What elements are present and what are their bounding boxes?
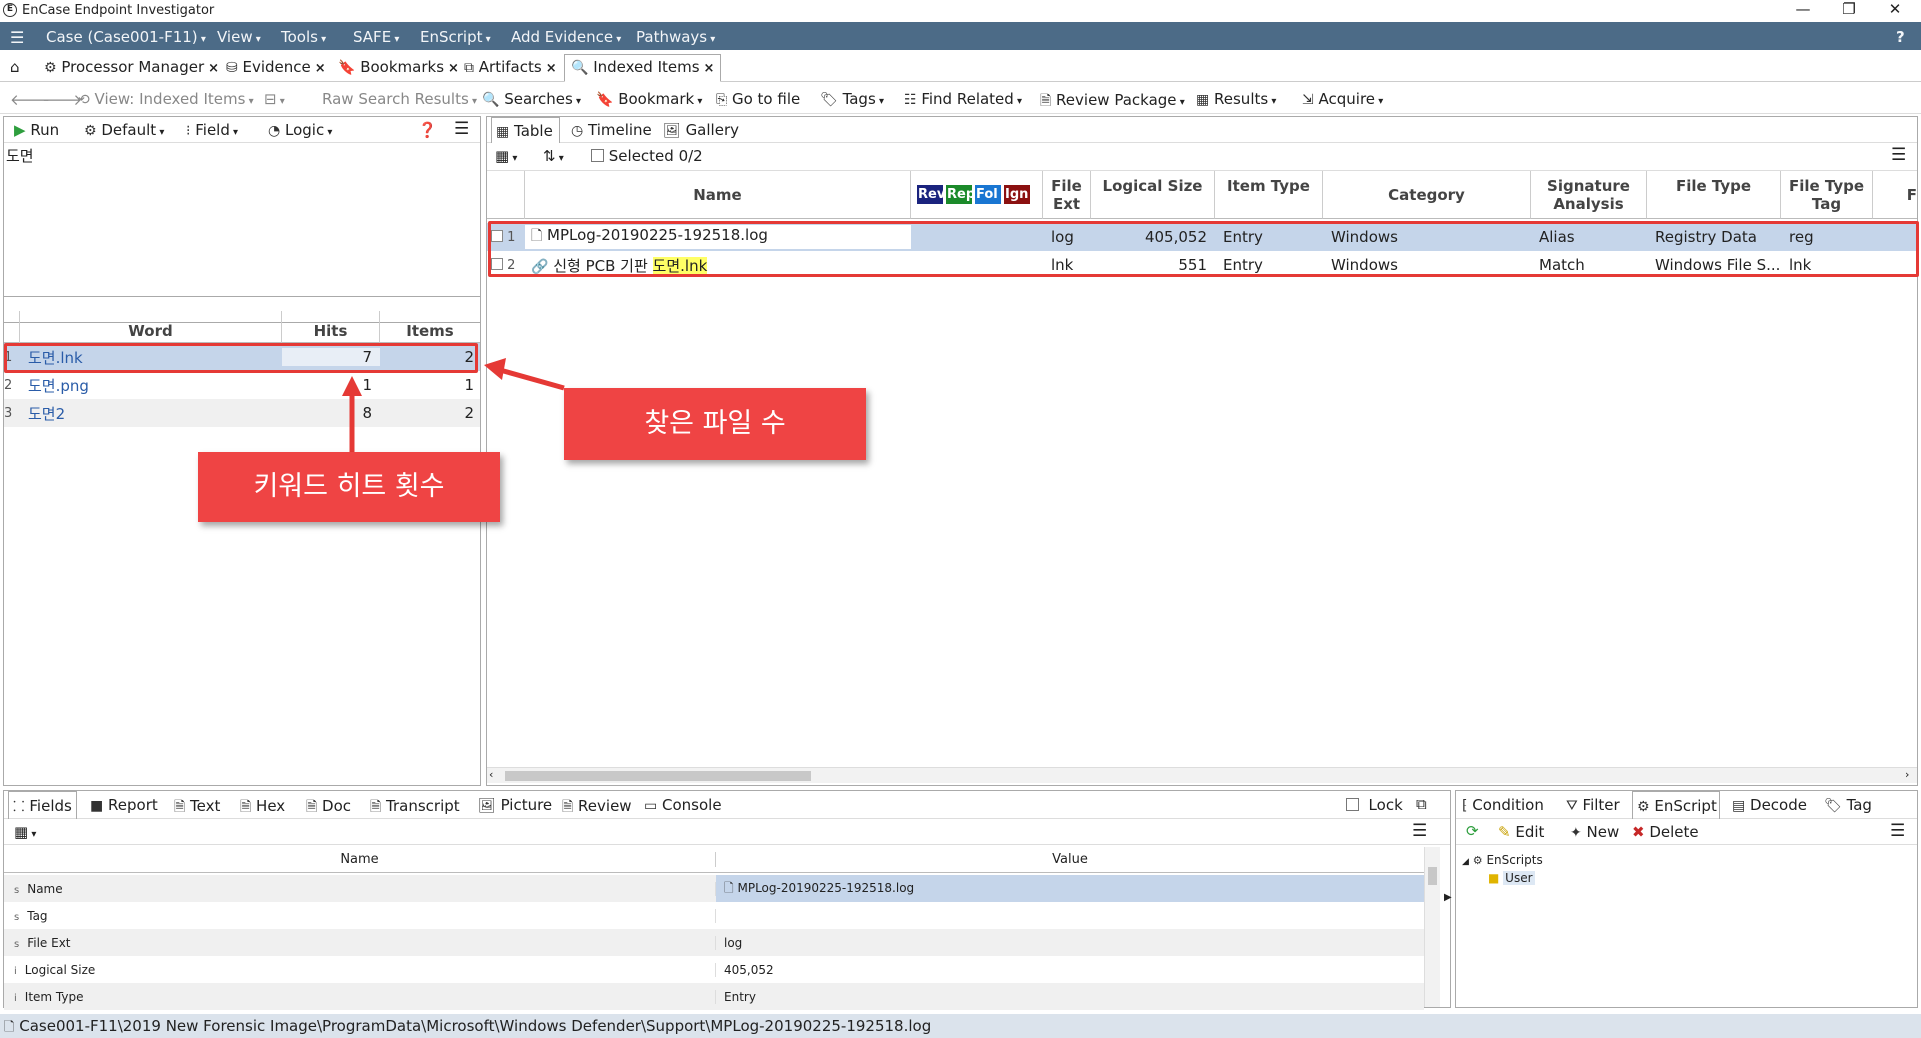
tab-transcript[interactable]: 🗎 Transcript: [370, 796, 460, 820]
condition-icon: ⁅: [1462, 798, 1468, 814]
table-row[interactable]: i Item Type Entry: [4, 983, 1424, 1010]
tab-label: Fields: [29, 797, 72, 815]
table-row[interactable]: s File Ext log: [4, 929, 1424, 956]
tab-label: Doc: [322, 797, 352, 815]
lock-toggle[interactable]: Lock: [1346, 796, 1403, 814]
scrollbar-thumb[interactable]: [1428, 867, 1437, 885]
tab-label: Review: [578, 797, 632, 815]
filter-icon: ⛛: [1566, 798, 1578, 814]
enscript-icon: ⚙: [1637, 799, 1650, 815]
tab-hex[interactable]: 🗎 Hex: [240, 796, 285, 820]
enscript-icon: ⚙: [1472, 854, 1483, 867]
tab-label: Decode: [1750, 796, 1807, 814]
folder-icon: ■: [1488, 871, 1500, 885]
tab-picture[interactable]: 🖼 Picture: [478, 796, 552, 814]
checkbox-icon: [1346, 798, 1359, 811]
tab-label: Text: [190, 797, 221, 815]
status-path: 🗋 Case001-F11\2019 New Forensic Image\Pr…: [4, 1017, 931, 1038]
enscript-tree: ◢ ⚙ EnScripts ■ User: [1462, 853, 1543, 885]
col-name[interactable]: Name: [4, 852, 716, 867]
details-toolbar: ▦ ☰: [4, 819, 1450, 845]
table-row[interactable]: s Name 🗋 MPLog-20190225-192518.log: [4, 875, 1424, 902]
arrow-head-hits: [342, 376, 362, 396]
console-icon: ▭: [644, 798, 658, 814]
tab-fields[interactable]: ⸬ Fields: [8, 791, 77, 819]
enscript-toolbar: ⟳ ✎ Edit ✦ New ✖ Delete ☰: [1456, 819, 1917, 845]
tree-node-enscripts[interactable]: ◢ ⚙ EnScripts: [1462, 853, 1543, 867]
tab-label: Filter: [1582, 796, 1620, 814]
fields-icon: ⸬: [13, 799, 25, 815]
tab-tag[interactable]: 🏷 Tag: [1824, 796, 1872, 814]
tab-label: Report: [108, 796, 158, 814]
tree-node-user[interactable]: ■ User: [1462, 871, 1543, 885]
new-label: New: [1586, 823, 1620, 841]
tab-filter[interactable]: ⛛ Filter: [1566, 796, 1620, 814]
tab-review[interactable]: 🗎 Review: [562, 796, 632, 820]
tab-report[interactable]: ■ Report: [90, 796, 158, 814]
enscript-tabs: ⁅ Condition ⛛ Filter ⚙ EnScript ▤ Decode…: [1456, 791, 1917, 819]
popout-icon[interactable]: ⧉: [1416, 795, 1427, 813]
value-cell: 🗋 MPLog-20190225-192518.log: [716, 875, 1424, 902]
file-icon: 🗋: [4, 1020, 15, 1035]
tab-label: Console: [662, 796, 722, 814]
expand-icon[interactable]: ◢: [1462, 857, 1469, 867]
tab-decode[interactable]: ▤ Decode: [1732, 796, 1807, 814]
value-cell: Entry: [724, 989, 756, 1004]
refresh-icon[interactable]: ⟳: [1466, 822, 1479, 840]
tab-label: Tag: [1846, 796, 1872, 814]
tab-condition[interactable]: ⁅ Condition: [1462, 796, 1544, 814]
tab-label: Picture: [500, 796, 553, 814]
callout-keyword-hits: 키워드 히트 횟수: [198, 452, 500, 522]
file-icon: 🗋: [724, 881, 734, 895]
tag-icon: 🏷: [1824, 798, 1842, 814]
tab-label: Transcript: [386, 797, 460, 815]
pencil-icon: ✎: [1498, 823, 1511, 841]
table-row[interactable]: s Tag: [4, 902, 1424, 929]
arrow-head-items: [484, 358, 506, 380]
details-panel: ⸬ Fields ■ Report 🗎 Text 🗎 Hex 🗎 Doc 🗎 T…: [3, 790, 1451, 1010]
lock-label: Lock: [1368, 796, 1403, 814]
delete-icon: ✖: [1632, 823, 1645, 841]
tab-label: Hex: [256, 797, 286, 815]
vertical-scrollbar[interactable]: [1424, 847, 1440, 1007]
edit-label: Edit: [1515, 823, 1545, 841]
tab-text[interactable]: 🗎 Text: [174, 796, 220, 820]
delete-button[interactable]: ✖ Delete: [1632, 823, 1699, 841]
details-tabs: ⸬ Fields ■ Report 🗎 Text 🗎 Hex 🗎 Doc 🗎 T…: [4, 791, 1450, 819]
value-cell: log: [724, 935, 743, 950]
panel-menu-icon[interactable]: ☰: [1890, 821, 1905, 841]
tab-doc[interactable]: 🗎 Doc: [306, 796, 351, 820]
arrow-to-items: [499, 367, 565, 391]
col-value[interactable]: Value: [716, 852, 1424, 867]
tab-console[interactable]: ▭ Console: [644, 796, 722, 814]
callout-files-found: 찾은 파일 수: [564, 388, 866, 460]
hex-icon: 🗎: [240, 799, 252, 815]
new-icon: ✦: [1570, 825, 1582, 841]
delete-label: Delete: [1649, 823, 1699, 841]
text-icon: 🗎: [174, 799, 186, 815]
fields-table-header: Name Value: [4, 847, 1424, 873]
value-cell: 405,052: [724, 962, 774, 977]
transcript-icon: 🗎: [370, 799, 382, 815]
table-row[interactable]: i Logical Size 405,052: [4, 956, 1424, 983]
doc-icon: 🗎: [306, 799, 318, 815]
picture-icon: 🖼: [478, 798, 496, 814]
review-icon: 🗎: [562, 799, 574, 815]
splitter-arrow-icon[interactable]: ▶: [1444, 892, 1452, 903]
panel-menu-icon[interactable]: ☰: [1412, 821, 1427, 841]
status-bar: 🗋 Case001-F11\2019 New Forensic Image\Pr…: [0, 1014, 1921, 1038]
decode-icon: ▤: [1732, 798, 1746, 814]
report-icon: ■: [90, 798, 104, 814]
enscript-panel: ⁅ Condition ⛛ Filter ⚙ EnScript ▤ Decode…: [1455, 790, 1918, 1008]
new-button[interactable]: ✦ New: [1570, 823, 1619, 841]
tab-label: Condition: [1472, 796, 1544, 814]
tab-label: EnScript: [1654, 797, 1717, 815]
tab-enscript[interactable]: ⚙ EnScript: [1632, 791, 1720, 819]
fields-table: s Name 🗋 MPLog-20190225-192518.log s Tag s…: [4, 875, 1424, 1010]
edit-button[interactable]: ✎ Edit: [1498, 823, 1544, 841]
columns-icon[interactable]: ▦: [14, 823, 36, 841]
